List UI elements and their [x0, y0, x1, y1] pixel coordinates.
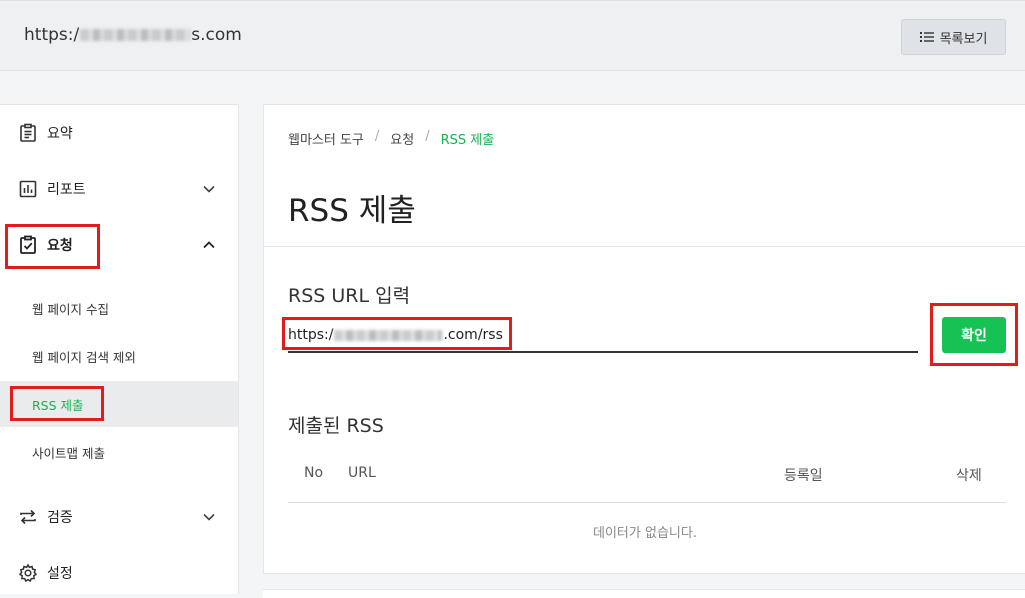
- breadcrumb-separator: /: [374, 129, 380, 144]
- chevron-down-icon: [203, 185, 215, 193]
- sidebar-subitem-exclude[interactable]: 웹 페이지 검색 제외: [0, 333, 238, 379]
- column-header-url: URL: [348, 465, 376, 481]
- column-header-date: 등록일: [784, 468, 823, 484]
- chevron-up-icon: [203, 241, 215, 249]
- rss-url-prefix: https:/: [288, 327, 334, 343]
- sidebar-subitem-label: 웹 페이지 수집: [32, 301, 109, 317]
- chevron-down-icon: [203, 513, 215, 521]
- clipboard-check-icon: [20, 235, 36, 254]
- redacted-domain: [334, 329, 443, 341]
- sidebar-item-label: 검증: [47, 510, 73, 526]
- repeat-icon: [20, 509, 36, 525]
- list-icon: [919, 32, 934, 42]
- table-header: No URL 등록일 삭제: [288, 453, 1006, 503]
- site-url-prefix: https:/: [24, 25, 80, 45]
- column-header-delete: 삭제: [956, 468, 982, 484]
- sidebar-subitem-sitemap[interactable]: 사이트맵 제출: [0, 429, 238, 475]
- sidebar-item-label: 설정: [47, 566, 73, 582]
- main-panel: 웹마스터 도구 / 요청 / RSS 제출 RSS 제출 RSS URL 입력 …: [263, 104, 1025, 574]
- rss-url-suffix: .com/rss: [443, 327, 503, 343]
- breadcrumb: 웹마스터 도구 / 요청 / RSS 제출: [288, 129, 494, 148]
- sidebar-subitem-label: 웹 페이지 검색 제외: [32, 349, 136, 365]
- redacted-domain: [80, 29, 191, 41]
- sidebar-item-label: 요약: [47, 126, 73, 142]
- divider: [264, 246, 1025, 247]
- clipboard-list-icon: [20, 123, 36, 142]
- site-url: https:/ s.com: [24, 25, 242, 45]
- sidebar-subitem-crawl[interactable]: 웹 페이지 수집: [0, 285, 238, 331]
- gear-icon: [18, 563, 38, 583]
- list-view-label: 목록보기: [939, 31, 988, 47]
- sidebar-subitem-label: 사이트맵 제출: [32, 445, 105, 461]
- sidebar-subitem-label: RSS 제출: [32, 397, 84, 413]
- breadcrumb-item[interactable]: 요청: [390, 129, 414, 148]
- confirm-button[interactable]: 확인: [942, 317, 1006, 353]
- sidebar-item-verify[interactable]: 검증: [0, 494, 238, 540]
- bar-chart-icon: [19, 180, 37, 198]
- column-header-no: No: [304, 465, 324, 481]
- empty-table-message: 데이터가 없습니다.: [593, 526, 697, 541]
- rss-url-input[interactable]: https:/ .com/rss: [288, 319, 918, 353]
- top-bar: https:/ s.com 목록보기: [0, 0, 1025, 71]
- sidebar-item-summary[interactable]: 요약: [0, 110, 238, 156]
- sidebar-item-label: 요청: [47, 238, 73, 254]
- sidebar-item-report[interactable]: 리포트: [0, 166, 238, 212]
- sidebar-item-label: 리포트: [47, 182, 86, 198]
- sidebar-subitem-rss[interactable]: RSS 제출: [0, 381, 238, 427]
- sidebar-item-request[interactable]: 요청: [0, 222, 238, 268]
- site-url-suffix: s.com: [191, 25, 242, 45]
- submitted-rss-title: 제출된 RSS: [288, 415, 384, 437]
- list-view-button[interactable]: 목록보기: [901, 19, 1006, 55]
- page-title: RSS 제출: [288, 193, 416, 229]
- rss-url-section-title: RSS URL 입력: [288, 285, 411, 307]
- breadcrumb-separator: /: [425, 129, 430, 144]
- sidebar: 요약 리포트 요청 웹 페이지 수집 웹 페이지 검색 제외 RSS 제출 사이…: [0, 104, 239, 594]
- breadcrumb-item[interactable]: 웹마스터 도구: [288, 129, 364, 148]
- breadcrumb-current: RSS 제출: [440, 133, 495, 148]
- sidebar-item-settings[interactable]: 설정: [0, 550, 238, 596]
